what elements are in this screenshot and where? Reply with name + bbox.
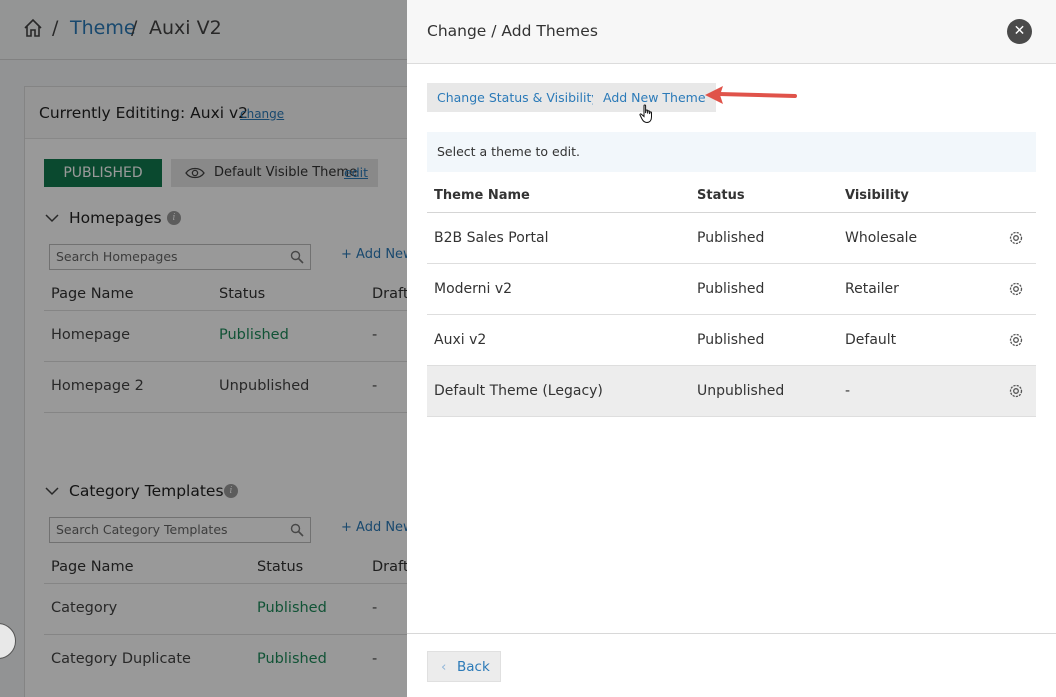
theme-name: Auxi v2 (434, 332, 487, 348)
theme-status: Published (697, 230, 765, 246)
column-header-status: Status (697, 188, 745, 203)
gear-icon[interactable] (1007, 280, 1025, 298)
panel-header: Change / Add Themes ✕ (407, 0, 1056, 64)
instruction-notice: Select a theme to edit. (427, 132, 1036, 172)
theme-visibility: Default (845, 332, 897, 348)
table-row[interactable]: Auxi v2 Published Default (427, 315, 1036, 366)
change-status-visibility-button[interactable]: Change Status & Visibility (427, 83, 609, 112)
back-button-label: Back (457, 659, 490, 675)
change-add-themes-panel: Change / Add Themes ✕ Change Status & Vi… (407, 0, 1056, 697)
theme-name: Default Theme (Legacy) (434, 383, 603, 399)
close-icon[interactable]: ✕ (1007, 19, 1032, 44)
theme-name: B2B Sales Portal (434, 230, 549, 246)
theme-status: Unpublished (697, 383, 785, 399)
gear-icon[interactable] (1007, 331, 1025, 349)
back-button[interactable]: ‹ Back (427, 651, 501, 682)
column-header-theme-name: Theme Name (434, 188, 530, 203)
table-row[interactable]: Default Theme (Legacy) Unpublished - (427, 366, 1036, 417)
theme-visibility: Wholesale (845, 230, 918, 246)
theme-visibility: - (845, 383, 851, 399)
table-row[interactable]: Moderni v2 Published Retailer (427, 264, 1036, 315)
gear-icon[interactable] (1007, 382, 1025, 400)
annotation-arrow-icon (705, 86, 797, 104)
gear-icon[interactable] (1007, 229, 1025, 247)
theme-visibility: Retailer (845, 281, 899, 297)
theme-status: Published (697, 281, 765, 297)
theme-name: Moderni v2 (434, 281, 513, 297)
theme-status: Published (697, 332, 765, 348)
pointer-cursor-icon (639, 104, 652, 124)
chevron-left-icon: ‹ (441, 659, 447, 675)
panel-footer: ‹ Back (407, 633, 1056, 697)
column-header-visibility: Visibility (845, 188, 909, 203)
table-row[interactable]: B2B Sales Portal Published Wholesale (427, 213, 1036, 264)
panel-title: Change / Add Themes (427, 22, 598, 40)
